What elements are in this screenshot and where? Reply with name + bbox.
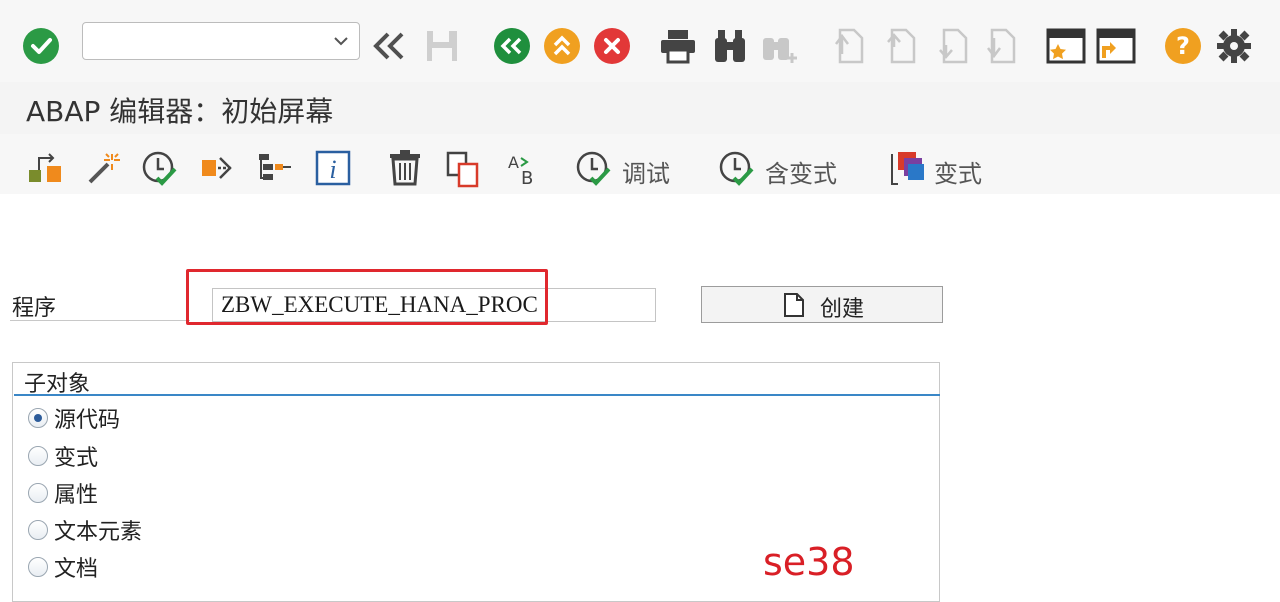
svg-text:A: A xyxy=(508,153,519,172)
enter-icon[interactable] xyxy=(23,28,59,64)
shortcut-icon[interactable] xyxy=(1096,28,1136,64)
other-object-icon[interactable] xyxy=(27,152,65,186)
check-syntax-icon[interactable] xyxy=(141,150,179,188)
help-icon[interactable]: ? xyxy=(1165,28,1201,64)
save-icon[interactable] xyxy=(424,28,460,64)
create-button-label: 创建 xyxy=(820,296,865,321)
highlight-annotation-box xyxy=(186,269,548,325)
program-label-underline xyxy=(10,320,190,321)
cancel-icon[interactable] xyxy=(594,28,630,64)
next-page-icon[interactable] xyxy=(934,26,970,66)
variants-button-label[interactable]: 变式 xyxy=(934,154,982,189)
svg-text:B: B xyxy=(521,168,533,188)
group-title-underline xyxy=(14,394,940,396)
find-next-icon[interactable] xyxy=(760,28,798,66)
debug-with-variant-icon[interactable] xyxy=(718,150,756,188)
radio-label: 文档 xyxy=(54,557,99,582)
radio-label: 文本元素 xyxy=(54,520,143,545)
delete-icon[interactable] xyxy=(388,150,422,186)
debug-icon[interactable] xyxy=(575,150,613,188)
document-icon xyxy=(784,293,804,317)
radio-label: 变式 xyxy=(54,446,99,471)
print-icon[interactable] xyxy=(658,28,698,64)
debug-button-label[interactable]: 调试 xyxy=(622,154,670,189)
info-icon[interactable]: i xyxy=(315,150,351,186)
chevron-down-icon[interactable] xyxy=(331,31,351,51)
first-page-icon[interactable] xyxy=(830,26,866,66)
radio-button[interactable] xyxy=(28,557,48,577)
prev-page-icon[interactable] xyxy=(882,26,918,66)
radio-label: 属性 xyxy=(54,483,99,508)
svg-text:i: i xyxy=(329,155,336,184)
radio-button[interactable] xyxy=(28,408,48,428)
radio-button[interactable] xyxy=(28,446,48,466)
where-used-icon[interactable] xyxy=(257,152,293,186)
transaction-annotation: se38 xyxy=(763,540,855,584)
debug-with-variant-button-label[interactable]: 含变式 xyxy=(765,154,837,189)
program-label: 程序 xyxy=(12,296,57,321)
radio-button[interactable] xyxy=(28,520,48,540)
rename-icon[interactable]: A B xyxy=(505,150,541,188)
create-button[interactable]: 创建 xyxy=(701,286,943,323)
system-toolbar: ? xyxy=(0,0,1280,82)
radio-button[interactable] xyxy=(28,483,48,503)
command-input[interactable] xyxy=(89,23,323,59)
last-page-icon[interactable] xyxy=(982,26,1018,66)
back-icon[interactable] xyxy=(494,28,530,64)
back-arrows-icon[interactable] xyxy=(372,30,408,62)
magic-wand-icon[interactable] xyxy=(86,150,122,186)
radio-label: 源代码 xyxy=(54,408,121,433)
find-icon[interactable] xyxy=(712,28,748,64)
variants-icon[interactable] xyxy=(888,150,928,188)
page-title: ABAP 编辑器：初始屏幕 xyxy=(26,95,334,128)
copy-icon[interactable] xyxy=(445,150,481,188)
command-field[interactable] xyxy=(82,22,360,60)
new-session-icon[interactable] xyxy=(1046,28,1086,64)
settings-icon[interactable] xyxy=(1214,26,1254,66)
exit-icon[interactable] xyxy=(544,28,580,64)
activate-icon[interactable] xyxy=(200,152,236,186)
